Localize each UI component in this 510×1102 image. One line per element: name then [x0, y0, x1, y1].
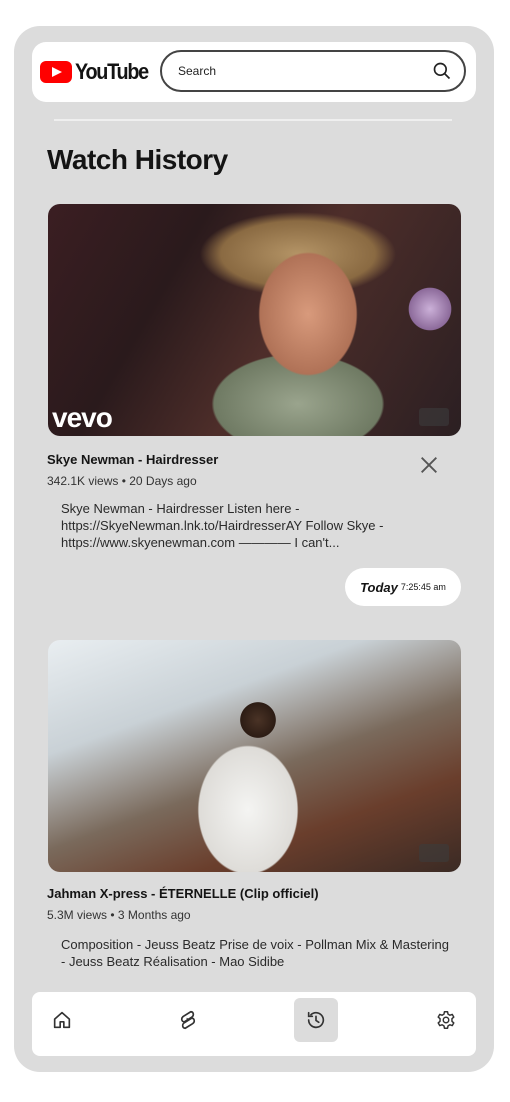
- brand-name: YouTube: [75, 59, 149, 84]
- video-description: Composition - Jeuss Beatz Prise de voix …: [61, 937, 449, 969]
- thumbnail-badge: [419, 408, 449, 426]
- nav-home[interactable]: [40, 998, 84, 1042]
- nav-settings[interactable]: [424, 998, 468, 1042]
- video-thumbnail[interactable]: [48, 640, 461, 872]
- search-bar: [160, 50, 466, 92]
- nav-history[interactable]: [294, 998, 338, 1042]
- video-meta: 342.1K views • 20 Days ago: [47, 474, 197, 488]
- close-icon[interactable]: [418, 454, 440, 476]
- nav-shorts[interactable]: [166, 998, 210, 1042]
- watched-clock: 7:25:45 am: [400, 582, 446, 592]
- video-description: Skye Newman - Hairdresser Listen here - …: [61, 501, 384, 550]
- video-meta: 5.3M views • 3 Months ago: [47, 908, 191, 922]
- video-title[interactable]: Jahman X-press - ÉTERNELLE (Clip officie…: [47, 886, 319, 901]
- search-icon[interactable]: [432, 61, 452, 81]
- gear-icon: [437, 1011, 455, 1029]
- header-divider: [54, 119, 452, 121]
- page-title: Watch History: [47, 144, 228, 175]
- home-icon: [53, 1011, 71, 1029]
- phone-frame: YouTube Watch History vevo Skye Newman -…: [14, 26, 494, 1072]
- youtube-logo[interactable]: YouTube: [40, 59, 156, 85]
- bottom-nav: [32, 992, 476, 1056]
- youtube-play-icon: [40, 61, 72, 83]
- thumbnail-badge: [419, 844, 449, 862]
- vevo-logo: vevo: [52, 402, 113, 433]
- watched-day: Today: [360, 579, 398, 595]
- video-title[interactable]: Skye Newman - Hairdresser: [47, 452, 218, 467]
- shorts-icon: [180, 1010, 196, 1030]
- video-thumbnail[interactable]: vevo: [48, 204, 461, 436]
- watched-time-chip: Today 7:25:45 am: [345, 568, 461, 606]
- top-bar: YouTube: [32, 42, 476, 102]
- history-icon: [307, 1011, 325, 1029]
- search-input[interactable]: [176, 63, 420, 79]
